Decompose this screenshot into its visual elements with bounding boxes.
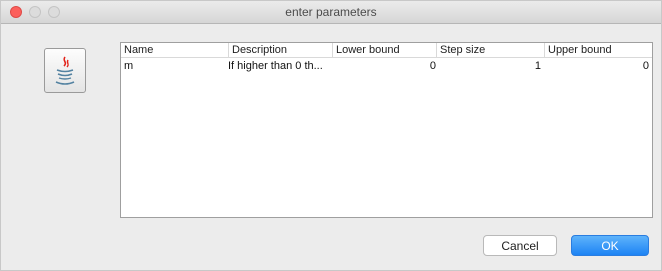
column-header-step-size[interactable]: Step size (436, 43, 544, 57)
title-bar[interactable]: enter parameters (1, 1, 661, 24)
column-header-description[interactable]: Description (228, 43, 332, 57)
column-header-upper-bound[interactable]: Upper bound (544, 43, 652, 57)
cell-description[interactable]: If higher than 0 th... (225, 58, 332, 74)
column-header-lower-bound[interactable]: Lower bound (332, 43, 436, 57)
cancel-button[interactable]: Cancel (483, 235, 557, 256)
column-header-name[interactable]: Name (121, 43, 228, 57)
table-row[interactable]: m If higher than 0 th... 0 1 0 (121, 58, 652, 74)
java-icon (44, 48, 86, 93)
dialog-window: enter parameters Name Description Lower … (0, 0, 662, 271)
cell-upper-bound[interactable]: 0 (544, 58, 652, 74)
cell-name[interactable]: m (121, 58, 228, 74)
table-header: Name Description Lower bound Step size U… (121, 43, 652, 58)
window-title: enter parameters (285, 5, 377, 19)
cell-step-size[interactable]: 1 (436, 58, 544, 74)
parameters-table[interactable]: Name Description Lower bound Step size U… (120, 42, 653, 218)
cell-lower-bound[interactable]: 0 (332, 58, 439, 74)
ok-button[interactable]: OK (571, 235, 649, 256)
